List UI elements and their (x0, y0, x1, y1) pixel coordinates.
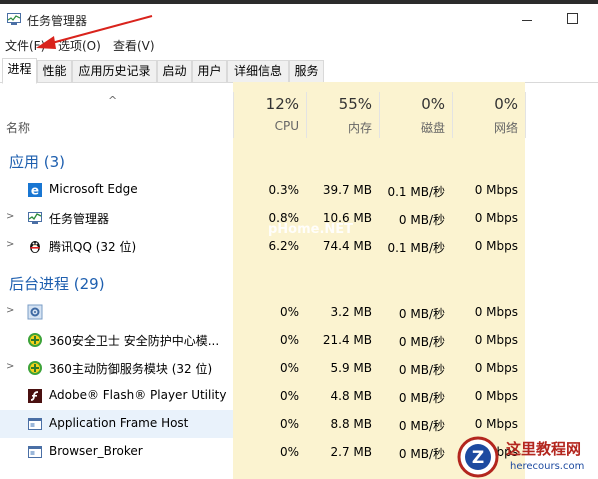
expand-chevron-icon[interactable]: > (6, 211, 14, 222)
disk-total-percent[interactable]: 0% (379, 95, 445, 113)
disk-value: 0 MB/秒 (398, 391, 445, 405)
process-name: 360安全卫士 安全防护中心模... (49, 334, 220, 348)
minimize-button[interactable] (522, 20, 532, 21)
cpu-value: 6.2% (268, 239, 300, 253)
disk-value: 0.1 MB/秒 (387, 185, 445, 199)
disk-value: 0.1 MB/秒 (387, 241, 445, 255)
process-name: Application Frame Host (49, 416, 189, 430)
process-row-360-defense[interactable]: > 360主动防御服务模块 (32 位) 0% 5.9 MB 0 MB/秒 0 … (0, 354, 598, 382)
menu-bar: 文件(F) 选项(O) 查看(V) (0, 34, 598, 56)
window-icon (28, 418, 42, 430)
disk-value: 0 MB/秒 (398, 307, 445, 321)
qq-penguin-icon (30, 241, 40, 253)
logo-subtitle: herecours.com (510, 461, 585, 472)
tab-details[interactable]: 详细信息 (227, 60, 289, 82)
disk-value: 0 MB/秒 (398, 363, 445, 377)
process-name: Browser_Broker (49, 444, 143, 458)
expand-chevron-icon[interactable]: > (6, 239, 14, 250)
process-name: 腾讯QQ (32 位) (49, 240, 137, 254)
logo-z-icon: Z (457, 436, 499, 478)
network-value: 0 Mbps (474, 417, 518, 431)
cpu-value: 0% (279, 389, 299, 403)
network-value: 0 Mbps (474, 389, 518, 403)
group-header-background[interactable]: 后台进程 (29) (9, 273, 105, 294)
network-value: 0 Mbps (474, 211, 518, 225)
tab-users[interactable]: 用户 (192, 60, 227, 82)
memory-value: 2.7 MB (330, 445, 372, 459)
disk-value: 0 MB/秒 (398, 419, 445, 433)
360-shield-icon (28, 333, 42, 347)
360-shield-icon (28, 361, 42, 375)
cpu-value: 0.3% (268, 183, 300, 197)
flash-icon (28, 389, 42, 403)
network-value: 0 Mbps (474, 361, 518, 375)
process-row-360-safe[interactable]: 360安全卫士 安全防护中心模... 0% 21.4 MB 0 MB/秒 0 M… (0, 326, 598, 354)
menu-file[interactable]: 文件(F) (5, 37, 45, 54)
disk-value: 0 MB/秒 (398, 335, 445, 349)
column-header-network[interactable]: 网络 (452, 119, 518, 136)
cpu-total-percent[interactable]: 12% (233, 95, 299, 113)
cpu-value: 0% (279, 361, 299, 375)
task-manager-icon (7, 13, 21, 25)
column-separator (525, 92, 526, 138)
process-row-edge[interactable]: e Microsoft Edge 0.3% 39.7 MB 0.1 MB/秒 0… (0, 176, 598, 204)
column-header-disk[interactable]: 磁盘 (379, 119, 445, 136)
expand-chevron-icon[interactable]: > (6, 361, 14, 372)
cpu-value: 0% (279, 417, 299, 431)
svg-text:e: e (31, 184, 39, 198)
memory-value: 4.8 MB (330, 389, 372, 403)
logo-title: 这里教程网 (506, 440, 582, 458)
watermark-text: pHome.NET (268, 222, 354, 237)
process-name: Adobe® Flash® Player Utility (49, 388, 227, 402)
tab-processes[interactable]: 进程 (2, 58, 37, 84)
memory-value: 3.2 MB (330, 305, 372, 319)
site-logo: Z 这里教程网 herecours.com (452, 434, 598, 479)
tab-startup[interactable]: 启动 (157, 60, 192, 82)
gear-icon (27, 304, 43, 320)
memory-value: 5.9 MB (330, 361, 372, 375)
task-manager-icon (28, 212, 42, 224)
process-name: 360主动防御服务模块 (32 位) (49, 362, 213, 376)
memory-value: 74.4 MB (322, 239, 372, 253)
menu-view[interactable]: 查看(V) (113, 37, 155, 54)
tab-services[interactable]: 服务 (289, 60, 324, 82)
network-value: 0 Mbps (474, 305, 518, 319)
window-title: 任务管理器 (27, 14, 88, 28)
memory-total-percent[interactable]: 55% (306, 95, 372, 113)
disk-value: 0 MB/秒 (398, 213, 445, 227)
disk-value: 0 MB/秒 (398, 447, 445, 461)
cpu-value: 0% (279, 445, 299, 459)
network-value: 0 Mbps (474, 239, 518, 253)
process-name: 任务管理器 (49, 212, 110, 226)
window-icon (28, 446, 42, 458)
tab-app-history[interactable]: 应用历史记录 (72, 60, 157, 82)
memory-value: 8.8 MB (330, 417, 372, 431)
cpu-value: 0% (279, 305, 299, 319)
svg-text:Z: Z (472, 448, 484, 468)
title-bar: 任务管理器 (0, 4, 598, 34)
menu-options[interactable]: 选项(O) (58, 37, 101, 54)
group-header-apps[interactable]: 应用 (3) (9, 151, 65, 172)
memory-value: 39.7 MB (322, 183, 372, 197)
cpu-value: 0% (279, 333, 299, 347)
column-header-cpu[interactable]: CPU (233, 119, 299, 133)
sort-up-icon[interactable]: ^ (108, 94, 117, 107)
network-total-percent[interactable]: 0% (452, 95, 518, 113)
edge-icon: e (28, 183, 42, 198)
expand-chevron-icon[interactable]: > (6, 305, 14, 316)
column-header-memory[interactable]: 内存 (306, 119, 372, 136)
tab-bar: 进程 性能 应用历史记录 启动 用户 详细信息 服务 (0, 58, 598, 84)
process-row-service-host[interactable]: > 0% 3.2 MB 0 MB/秒 0 Mbps (0, 298, 598, 326)
network-value: 0 Mbps (474, 183, 518, 197)
process-row-flash[interactable]: Adobe® Flash® Player Utility 0% 4.8 MB 0… (0, 382, 598, 410)
process-name: Microsoft Edge (49, 182, 138, 196)
maximize-button[interactable] (567, 13, 578, 24)
network-value: 0 Mbps (474, 333, 518, 347)
memory-value: 21.4 MB (322, 333, 372, 347)
tab-performance[interactable]: 性能 (37, 60, 72, 82)
column-header-name[interactable]: 名称 (6, 119, 30, 136)
